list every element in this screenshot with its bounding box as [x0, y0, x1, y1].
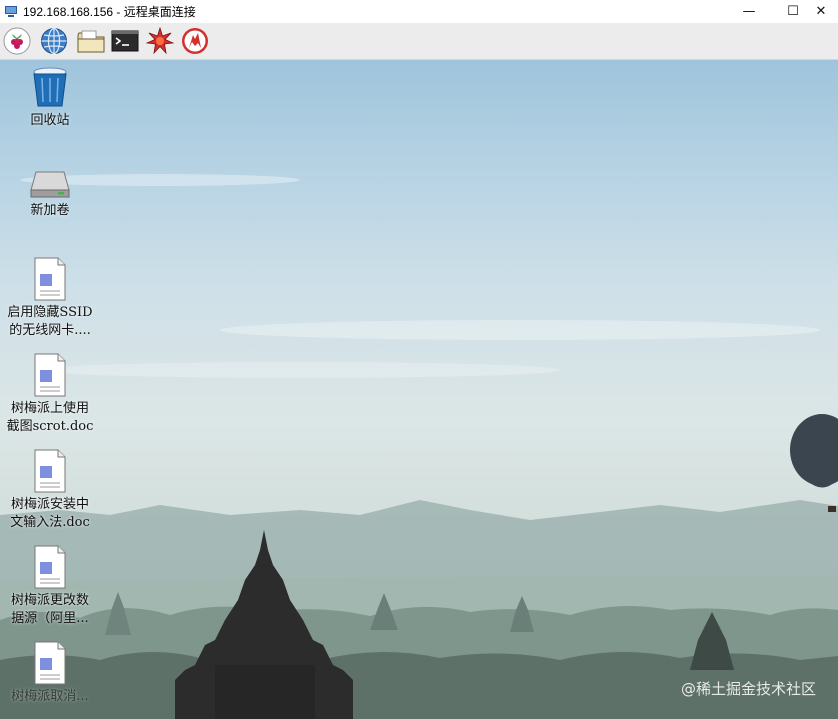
- desktop-icon-label: 树梅派取消...: [11, 689, 89, 704]
- window-title-bar[interactable]: 192.168.168.156 - 远程桌面连接 — ☐ ✕: [0, 0, 838, 24]
- desktop-icon-doc-scrot[interactable]: 树梅派上使用 截图scrot.doc: [0, 352, 100, 436]
- document-icon: [32, 352, 68, 398]
- desktop-icon-recycle-bin[interactable]: 回收站: [0, 66, 100, 130]
- terminal-icon[interactable]: [111, 27, 139, 55]
- maximize-icon: ☐: [787, 4, 799, 19]
- minimize-button[interactable]: —: [732, 0, 766, 23]
- taskbar-panel: [0, 23, 838, 60]
- desktop-icon-label: 树梅派上使用 截图scrot.doc: [6, 401, 94, 434]
- document-icon: [32, 256, 68, 302]
- desktop-icon-label: 树梅派安装中 文输入法.doc: [10, 497, 90, 530]
- window-title: 192.168.168.156 - 远程桌面连接: [23, 5, 196, 19]
- desktop-icon-label: 新加卷: [30, 203, 70, 218]
- desktop-icon-doc-source[interactable]: 树梅派更改数 据源（阿里...: [0, 544, 100, 628]
- close-button[interactable]: ✕: [804, 0, 838, 23]
- desktop-icon-label: 启用隐藏SSID 的无线网卡....: [7, 305, 93, 338]
- drive-icon: [28, 164, 72, 200]
- desktop-icon-label: 回收站: [30, 113, 70, 128]
- web-browser-icon[interactable]: [40, 27, 68, 55]
- trash-icon: [30, 66, 70, 110]
- wallpaper-landscape: [0, 174, 838, 719]
- desktop-icon-new-volume[interactable]: 新加卷: [0, 164, 100, 220]
- remote-desktop-icon: [4, 5, 18, 18]
- mathematica-icon[interactable]: [145, 26, 175, 55]
- wolfram-icon[interactable]: [181, 27, 209, 55]
- document-icon: [32, 448, 68, 494]
- desktop-icon-doc-partial[interactable]: 树梅派取消...: [0, 640, 100, 706]
- desktop-icon-label: 树梅派更改数 据源（阿里...: [10, 593, 89, 626]
- close-icon: ✕: [815, 4, 827, 19]
- document-icon: [32, 640, 68, 686]
- desktop-icon-doc-ime[interactable]: 树梅派安装中 文输入法.doc: [0, 448, 100, 532]
- minimize-icon: —: [742, 4, 756, 19]
- raspberry-menu-icon[interactable]: [3, 27, 31, 55]
- desktop-icon-doc-ssid[interactable]: 启用隐藏SSID 的无线网卡....: [0, 256, 100, 340]
- desktop[interactable]: 回收站 新加卷 启用隐藏SSID 的无线网卡.... 树梅派上使用 截图scro…: [0, 60, 838, 719]
- file-manager-icon[interactable]: [76, 27, 105, 55]
- watermark: @稀土掘金技术社区: [680, 680, 816, 698]
- document-icon: [32, 544, 68, 590]
